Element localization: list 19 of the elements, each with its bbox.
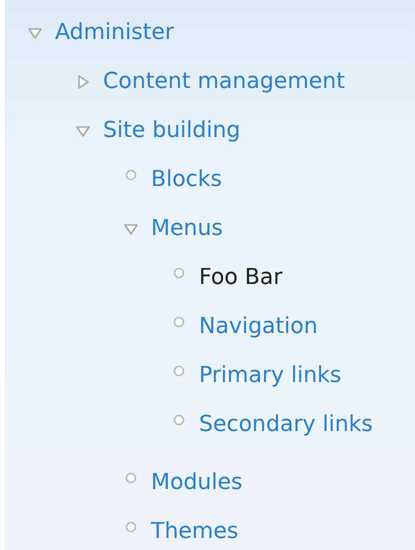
menu-link[interactable]: Themes xyxy=(151,519,238,544)
menu-link[interactable]: Content management xyxy=(103,69,345,94)
menu-link[interactable]: Modules xyxy=(151,470,242,495)
bullet-icon xyxy=(171,314,187,330)
triangle-right-icon[interactable] xyxy=(75,74,91,90)
bullet-icon xyxy=(123,470,139,486)
menu-link[interactable]: Administer xyxy=(55,20,174,45)
menu-link[interactable]: Navigation xyxy=(199,314,318,339)
menu-link[interactable]: Site building xyxy=(103,118,240,143)
bullet-icon xyxy=(171,412,187,428)
bullet-icon xyxy=(123,518,139,534)
menu-link[interactable]: Blocks xyxy=(151,167,222,192)
menu-link[interactable]: Foo Bar xyxy=(199,265,282,290)
menu-link[interactable]: Primary links xyxy=(199,363,342,388)
bullet-icon xyxy=(123,166,139,182)
bullet-icon xyxy=(171,362,187,378)
bullet-icon xyxy=(171,264,187,280)
menu-link[interactable]: Secondary links xyxy=(199,412,373,437)
menu-link[interactable]: Menus xyxy=(151,216,223,241)
